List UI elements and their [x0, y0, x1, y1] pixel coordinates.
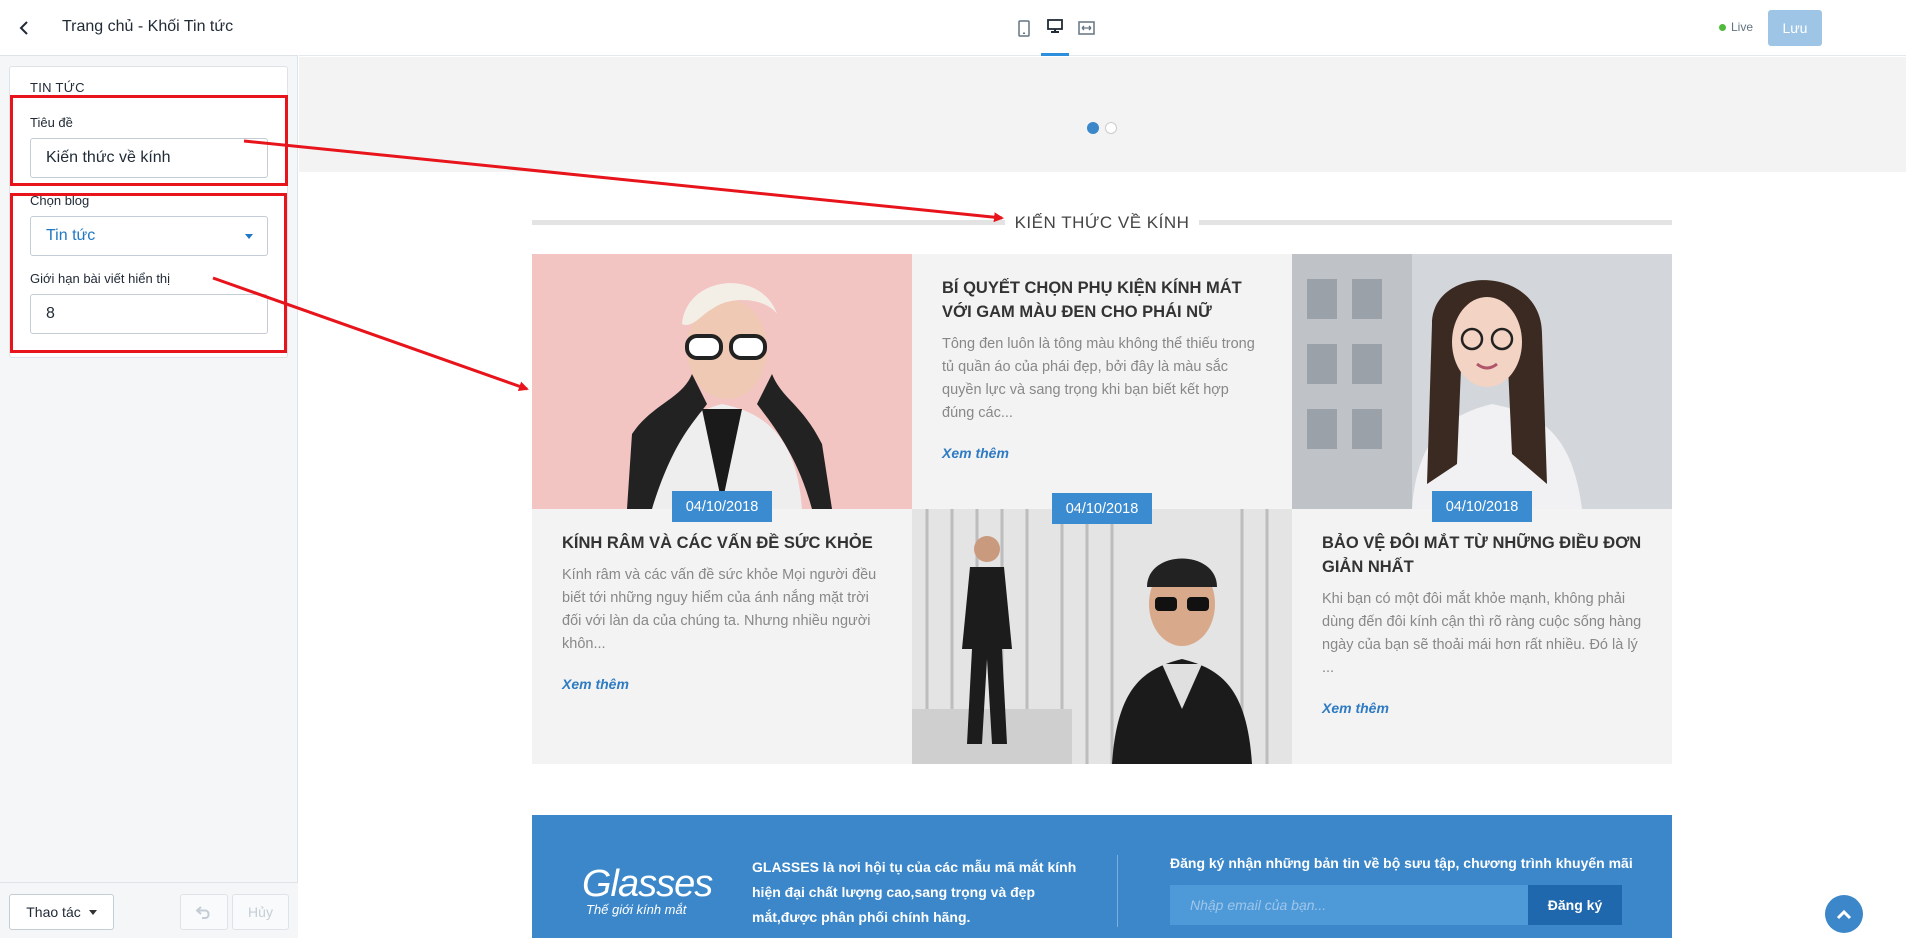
section-title: KIẾN THỨC VỀ KÍNH	[1004, 213, 1200, 232]
slider-dot-2[interactable]	[1105, 122, 1117, 134]
fullwidth-icon	[1077, 21, 1095, 35]
post-title-2[interactable]: BÍ QUYẾT CHỌN PHỤ KIỆN KÍNH MÁT VỚI GAM …	[942, 276, 1262, 324]
post-date-1: 04/10/2018	[672, 491, 772, 522]
post-card-3: BẢO VỆ ĐÔI MẮT TỪ NHỮNG ĐIỀU ĐƠN GIẢN NH…	[1292, 509, 1672, 764]
sidebar-header: Trang chủ - Khối Tin tức	[0, 0, 298, 56]
sidebar-title: Trang chủ - Khối Tin tức	[62, 18, 234, 35]
undo-button[interactable]	[180, 894, 228, 930]
store-preview: KIẾN THỨC VỀ KÍNH KÍNH RÂM VÀ CÁC VẤN ĐỀ…	[299, 57, 1906, 938]
read-more-link-3[interactable]: Xem thêm	[1322, 700, 1389, 716]
panel-heading: TIN TỨC	[30, 80, 85, 95]
logo-text: Glasses	[582, 863, 713, 905]
sidebar-footer: Thao tác Hủy	[0, 882, 298, 938]
undo-icon	[196, 906, 210, 919]
live-label: Live	[1731, 20, 1754, 34]
subscribe-button[interactable]: Đăng ký	[1528, 885, 1622, 925]
hero-slider	[299, 57, 1906, 172]
chevron-left-icon	[19, 21, 28, 35]
read-more-link-2[interactable]: Xem thêm	[942, 445, 1009, 461]
read-more-link-1[interactable]: Xem thêm	[562, 676, 629, 692]
chevron-up-icon	[1836, 909, 1852, 919]
theme-editor: Trang chủ - Khối Tin tức TIN TỨC Tiêu đề…	[0, 0, 1906, 938]
post-excerpt-2: Tông đen luôn là tông màu không thể thiế…	[942, 336, 1255, 421]
footer-about: GLASSES là nơi hội tụ của các mẫu mã mắt…	[752, 859, 1077, 925]
editor-topbar: Live Lưu	[299, 0, 1906, 56]
footer-banner: Glasses Thế giới kính mắt GLASSES là nơi…	[532, 815, 1672, 938]
save-button[interactable]: Lưu	[1768, 10, 1822, 46]
email-input[interactable]	[1170, 885, 1528, 925]
desktop-icon	[1047, 19, 1063, 33]
post-card-1: KÍNH RÂM VÀ CÁC VẤN ĐỀ SỨC KHỎE Kính râm…	[532, 509, 912, 764]
post-photo	[532, 254, 912, 509]
annotation-box-blog	[10, 193, 287, 353]
actions-dropdown[interactable]: Thao tác	[9, 894, 114, 930]
post-date-2: 04/10/2018	[1052, 493, 1152, 524]
slider-dot-1[interactable]	[1087, 122, 1099, 134]
subscribe-text: Đăng ký nhận những bản tin về bộ sưu tập…	[1170, 855, 1633, 871]
post-excerpt-3: Khi bạn có một đôi mắt khỏe mạnh, không …	[1322, 591, 1642, 676]
glasses-logo[interactable]: Glasses Thế giới kính mắt	[582, 863, 713, 917]
back-button[interactable]	[10, 14, 38, 42]
post-image-2[interactable]	[912, 509, 1292, 764]
fullwidth-view-button[interactable]	[1072, 0, 1100, 56]
status-dot-icon	[1719, 23, 1726, 31]
back-to-top-button[interactable]	[1825, 895, 1863, 933]
post-title-3[interactable]: BẢO VỆ ĐÔI MẮT TỪ NHỮNG ĐIỀU ĐƠN GIẢN NH…	[1322, 531, 1642, 579]
post-card-2: BÍ QUYẾT CHỌN PHỤ KIỆN KÍNH MÁT VỚI GAM …	[912, 254, 1292, 509]
mobile-view-button[interactable]	[1010, 0, 1038, 56]
post-date-3: 04/10/2018	[1432, 491, 1532, 522]
cancel-button[interactable]: Hủy	[232, 894, 289, 930]
annotation-box-title	[10, 95, 288, 186]
post-photo	[1292, 254, 1672, 509]
mobile-icon	[1018, 19, 1030, 37]
news-grid: KÍNH RÂM VÀ CÁC VẤN ĐỀ SỨC KHỎE Kính râm…	[532, 254, 1672, 764]
post-title-1[interactable]: KÍNH RÂM VÀ CÁC VẤN ĐỀ SỨC KHỎE	[562, 531, 882, 555]
post-excerpt-1: Kính râm và các vấn đề sức khỏe Mọi ngườ…	[562, 567, 877, 652]
desktop-view-button[interactable]	[1041, 0, 1069, 56]
editor-sidebar: Trang chủ - Khối Tin tức TIN TỨC Tiêu đề…	[0, 0, 298, 938]
post-image-3[interactable]	[1292, 254, 1672, 509]
caret-down-icon	[88, 909, 97, 915]
post-image-1[interactable]	[532, 254, 912, 509]
post-photo	[912, 509, 1292, 764]
actions-label: Thao tác	[26, 904, 81, 920]
section-heading: KIẾN THỨC VỀ KÍNH	[532, 207, 1672, 237]
footer-divider	[1117, 855, 1118, 927]
live-status: Live	[1719, 20, 1753, 34]
